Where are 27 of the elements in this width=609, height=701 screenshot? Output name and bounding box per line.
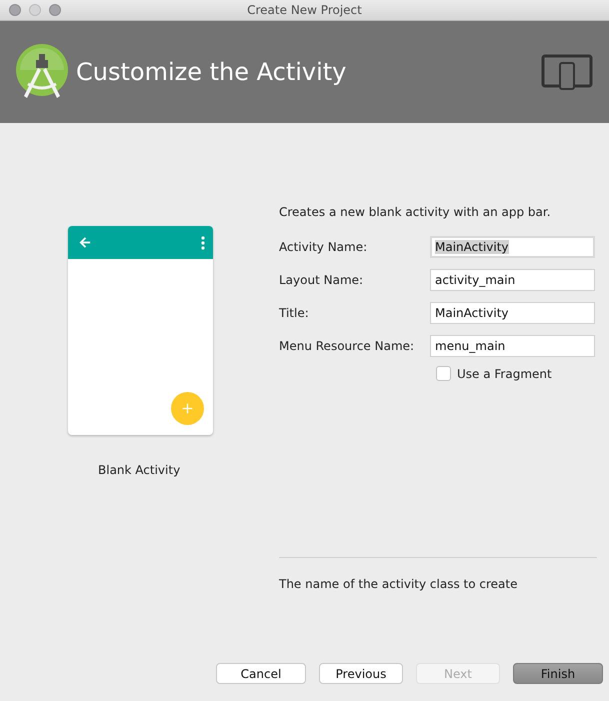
- window-title: Create New Project: [247, 3, 362, 17]
- back-arrow-icon: [79, 236, 92, 249]
- checkbox-label: Use a Fragment: [457, 366, 552, 380]
- dialog-button[interactable]: Finish: [513, 663, 603, 684]
- hint-text: The name of the activity class to create: [279, 577, 518, 591]
- dialog-button[interactable]: Cancel: [216, 663, 306, 684]
- activity-preview[interactable]: [68, 226, 213, 435]
- text-field[interactable]: menu_main: [430, 335, 595, 357]
- devices-icon: [541, 54, 593, 90]
- close-window-button[interactable]: [9, 4, 21, 16]
- template-name: Blank Activity: [98, 463, 182, 477]
- compass-logo-icon: [16, 44, 68, 100]
- field-label: Menu Resource Name:: [279, 339, 416, 353]
- fragment-checkbox[interactable]: [436, 366, 451, 381]
- text-field[interactable]: MainActivity: [430, 236, 595, 258]
- field-label: Layout Name:: [279, 273, 364, 287]
- field-label: Title:: [279, 306, 310, 320]
- field-label: Activity Name:: [279, 240, 368, 254]
- minimize-window-button[interactable]: [29, 4, 41, 16]
- more-icon: [201, 236, 205, 250]
- header-title: Customize the Activity: [76, 58, 348, 86]
- text-field[interactable]: activity_main: [430, 269, 595, 291]
- zoom-window-button[interactable]: [49, 4, 61, 16]
- dialog-button[interactable]: Previous: [319, 663, 403, 684]
- description-text: Creates a new blank activity with an app bar.: [279, 205, 552, 219]
- add-fab-icon: [171, 392, 204, 425]
- text-field[interactable]: MainActivity: [430, 302, 595, 324]
